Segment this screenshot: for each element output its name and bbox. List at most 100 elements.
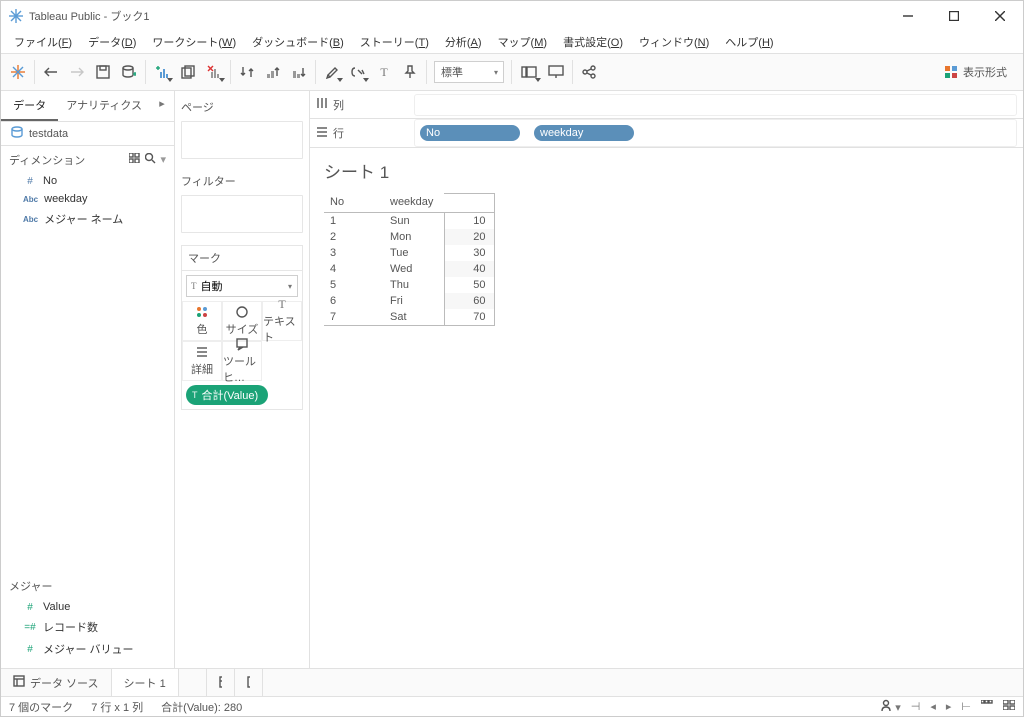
tableau-icon[interactable] [5, 59, 31, 85]
table-row[interactable]: 7Sat70 [324, 309, 494, 326]
new-datasource-button[interactable] [116, 59, 142, 85]
tableau-logo-icon [9, 9, 23, 23]
column-header[interactable]: weekday [384, 194, 444, 213]
undo-button[interactable] [38, 59, 64, 85]
rows-shelf[interactable]: No weekday [414, 119, 1017, 147]
nav-prev-icon[interactable]: ◂ [930, 700, 936, 713]
datasource-item[interactable]: testdata [1, 122, 174, 146]
table-row[interactable]: 2Mon20 [324, 229, 494, 245]
sort-desc-button[interactable] [286, 59, 312, 85]
text-icon: T [192, 390, 198, 400]
tab-data[interactable]: データ [1, 91, 58, 121]
menu-item[interactable]: 分析(A) [438, 32, 489, 52]
menu-item[interactable]: ストーリー(T) [353, 32, 436, 52]
nav-next-icon[interactable]: ▸ [946, 700, 952, 713]
toolbar: T 標準 表示形式 [1, 53, 1023, 91]
dimension-field[interactable]: #No [1, 172, 174, 190]
show-me-button[interactable]: 表示形式 [944, 64, 1007, 80]
table-row[interactable]: 5Thu50 [324, 277, 494, 293]
columns-shelf-label: 列 [316, 97, 406, 113]
sheet-title[interactable]: シート 1 [324, 158, 1009, 183]
measure-field[interactable]: #Value [1, 598, 174, 616]
share-button[interactable] [576, 59, 602, 85]
filters-shelf[interactable] [181, 195, 303, 233]
pages-shelf-label: ページ [181, 97, 303, 121]
marks-card: マーク T 自動 色サイズTテキスト詳細ツールヒ… T 合計(Value) [181, 245, 303, 410]
data-table: Noweekday 1Sun102Mon203Tue304Wed405Thu50… [324, 193, 495, 326]
dimension-field[interactable]: Abcメジャー ネーム [1, 208, 174, 230]
pane-menu-icon[interactable]: ▸ [150, 91, 174, 121]
columns-icon [316, 97, 328, 112]
tab-analytics[interactable]: アナリティクス [58, 91, 150, 121]
rows-shelf-label: 行 [316, 125, 406, 141]
menu-item[interactable]: マップ(M) [491, 32, 555, 52]
data-source-tab[interactable]: データ ソース [1, 669, 112, 696]
measure-field[interactable]: #メジャー バリュー [1, 638, 174, 660]
new-sheet-button[interactable] [149, 59, 175, 85]
menubar: ファイル(F)データ(D)ワークシート(W)ダッシュボード(B)ストーリー(T)… [1, 31, 1023, 53]
menu-item[interactable]: ヘルプ(H) [718, 32, 780, 52]
sheet-sort-icon[interactable] [1003, 700, 1015, 713]
row-pill[interactable]: No [420, 125, 520, 141]
new-dashboard-tab[interactable] [207, 669, 235, 696]
search-icon[interactable] [145, 153, 156, 167]
mark-type-select[interactable]: T 自動 [186, 275, 298, 297]
marks-size-button[interactable]: サイズ [222, 301, 262, 341]
duplicate-button[interactable] [175, 59, 201, 85]
menu-item[interactable]: ワークシート(W) [145, 32, 243, 52]
status-sum: 合計(Value): 280 [161, 699, 242, 715]
label-button[interactable]: T [371, 59, 397, 85]
marks-detail-button[interactable]: 詳細 [182, 341, 222, 381]
nav-first-icon[interactable]: ⊣ [911, 700, 921, 713]
filmstrip-icon[interactable] [981, 700, 993, 713]
mark-pill-value[interactable]: T 合計(Value) [186, 385, 268, 405]
view-icon[interactable] [129, 153, 141, 167]
measure-field[interactable]: =#レコード数 [1, 616, 174, 638]
group-button[interactable] [345, 59, 371, 85]
table-row[interactable]: 3Tue30 [324, 245, 494, 261]
marks-card-title: マーク [182, 246, 302, 271]
fit-select[interactable]: 標準 [434, 61, 504, 83]
table-row[interactable]: 1Sun10 [324, 212, 494, 229]
save-button[interactable] [90, 59, 116, 85]
close-button[interactable] [977, 1, 1023, 31]
pin-button[interactable] [397, 59, 423, 85]
menu-item[interactable]: ウィンドウ(N) [632, 32, 716, 52]
sheet-tabs: データ ソース シート 1 [1, 668, 1023, 696]
sort-asc-button[interactable] [260, 59, 286, 85]
presentation-button[interactable] [543, 59, 569, 85]
column-header[interactable] [444, 194, 494, 213]
dimension-field[interactable]: Abcweekday [1, 190, 174, 208]
marks-tooltip-button[interactable]: ツールヒ… [222, 341, 262, 381]
menu-item[interactable]: ダッシュボード(B) [245, 32, 351, 52]
minimize-button[interactable] [885, 1, 931, 31]
highlight-button[interactable] [319, 59, 345, 85]
maximize-button[interactable] [931, 1, 977, 31]
new-story-tab[interactable] [235, 669, 263, 696]
cards-pane: ページ フィルター マーク T 自動 色サイズTテキスト詳細ツールヒ… T 合計… [175, 91, 310, 668]
column-header[interactable]: No [324, 194, 384, 213]
show-cards-button[interactable] [515, 59, 543, 85]
menu-item[interactable]: ファイル(F) [7, 32, 79, 52]
marks-text-button[interactable]: Tテキスト [262, 301, 302, 341]
sheet1-tab[interactable]: シート 1 [112, 669, 179, 696]
columns-shelf[interactable] [414, 94, 1017, 116]
menu-item[interactable]: データ(D) [81, 32, 143, 52]
marks-color-button[interactable]: 色 [182, 301, 222, 341]
swap-button[interactable] [234, 59, 260, 85]
nav-last-icon[interactable]: ⊢ [961, 700, 971, 713]
pane-caret-icon[interactable]: ▾ [160, 153, 166, 167]
measures-header: メジャー [1, 572, 174, 598]
redo-button[interactable] [64, 59, 90, 85]
worksheet-area: 列 行 Noweekday シート 1 Noweekday 1Sun102Mon… [310, 91, 1023, 668]
row-pill[interactable]: weekday [534, 125, 634, 141]
clear-button[interactable] [201, 59, 227, 85]
new-worksheet-tab[interactable] [179, 669, 207, 696]
status-marks: 7 個のマーク [9, 699, 73, 715]
menu-item[interactable]: 書式設定(O) [556, 32, 630, 52]
user-icon[interactable]: ▾ [880, 699, 901, 714]
text-icon: T [191, 281, 197, 291]
table-row[interactable]: 6Fri60 [324, 293, 494, 309]
table-row[interactable]: 4Wed40 [324, 261, 494, 277]
pages-shelf[interactable] [181, 121, 303, 159]
